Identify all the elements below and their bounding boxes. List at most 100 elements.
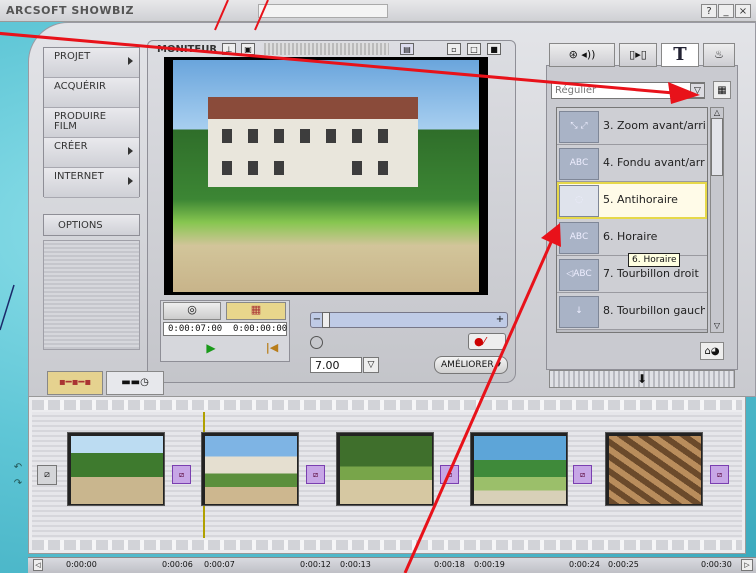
menu-decoration [43,240,140,350]
category-dropdown-button[interactable]: ▽ [690,83,705,98]
clockwise-effect-icon: ABC [559,222,599,254]
preview-house [208,97,418,187]
menu-item-acquerir[interactable]: ACQUÉRIR [44,78,139,108]
tab-text[interactable]: T [661,43,699,67]
ruler-tick: 0:00:13 [340,560,371,569]
effect-category-select[interactable]: Régulier [551,82,705,99]
transition-slot[interactable]: ⧄ [710,465,729,484]
effect-label: 3. Zoom avant/arrière [603,119,705,132]
storyboard-tab[interactable]: ▪━▪━▪ [47,371,103,395]
globe-icon: ⌂◕ [704,346,720,357]
clip-thumbnail[interactable] [605,432,703,506]
speaker-icon: ◎ [187,303,197,316]
clip-image [205,436,297,504]
view-large-icon[interactable]: ■ [487,43,501,55]
capture-icon[interactable]: ▣ [241,43,255,55]
scroll-up-icon[interactable]: △ [711,108,723,118]
clip-thumbnail[interactable] [67,432,165,506]
snapshot-icon[interactable]: ⊥ [222,43,236,55]
ruler-scroll-right-icon[interactable]: ▷ [741,559,753,571]
film-icon: ▦ [250,303,262,316]
tab-transitions[interactable]: ▯▸▯ [619,43,657,67]
transition-slot[interactable]: ⧄ [37,465,57,485]
clip-thumbnail[interactable] [470,432,568,506]
ruler-tick: 0:00:12 [300,560,331,569]
media-icon: ⊛ ◂)) [568,48,596,61]
clip-thumbnail[interactable] [201,432,299,506]
duration-dropdown-button[interactable]: ▽ [363,357,379,373]
help-button[interactable]: ? [701,4,717,18]
scroll-down-icon[interactable]: ▽ [711,321,723,331]
film-strip-top [32,400,742,410]
minimize-button[interactable]: _ [718,4,734,18]
view-small-icon[interactable]: ▫ [447,43,461,55]
zoom-effect-icon: ⤡ ⤢ [559,111,599,143]
menu-item-internet[interactable]: INTERNET [44,168,139,198]
effect-label: 8. Tourbillon gauche [603,304,705,317]
list-item[interactable]: ⤡ ⤢ 3. Zoom avant/arrière [557,108,707,145]
rewind-button[interactable]: |◀ [258,340,286,356]
menu-item-produire-film[interactable]: PRODUIRE FILM [44,108,139,138]
transition-slot[interactable]: ⧄ [440,465,459,484]
web-export-button[interactable]: ⌂◕ [700,342,724,360]
grid-view-button[interactable]: ▦ [713,81,731,99]
ruler-tick: 0:00:07 [204,560,235,569]
timecode-total: 0:00:00:00 [233,324,288,334]
menu-item-projet[interactable]: PROJET [44,48,139,78]
menu-item-creer[interactable]: CRÉER [44,138,139,168]
audio-mode-tab[interactable]: ◎ [163,302,221,320]
position-slider[interactable] [310,312,508,328]
grid-icon: ▦ [717,85,727,96]
timeline-tab[interactable]: ▬▬◷ [106,371,164,395]
ameliorer-label: AMÉLIORER [441,360,494,370]
submenu-arrow-icon [128,57,133,65]
slider-plus-button[interactable]: + [494,313,506,327]
clip-image [340,436,432,504]
redo-icon[interactable]: ↷ [11,478,25,490]
record-icon: ●⁄ [474,335,486,348]
play-button[interactable]: ▶ [196,340,226,356]
options-button[interactable]: OPTIONS [43,214,140,236]
transition-slot[interactable]: ⧄ [306,465,325,484]
counterclockwise-effect-icon: ◌ [559,185,599,217]
menu-item-label: CRÉER [54,141,88,152]
transition-slot[interactable]: ⧄ [573,465,592,484]
duration-field[interactable]: 7.00 [310,357,362,373]
list-item[interactable]: ◌ 5. Antihoraire [557,182,707,219]
timecode-current: 0:00:07:00 [168,324,223,334]
clip-thumbnail[interactable] [336,432,434,506]
effects-icon: ♨ [714,48,724,61]
slider-thumb[interactable] [322,312,330,328]
tooltip: 6. Horaire [628,253,681,267]
fade-effect-icon: ABC [559,148,599,180]
play-icon: ▶ [206,341,216,355]
timecode-display: 0:00:07:00 0:00:00:00 [163,322,287,336]
transition-slot[interactable]: ⧄ [172,465,191,484]
list-item[interactable]: ↓ 8. Tourbillon gauche [557,293,707,330]
film-strip-bottom [32,540,742,550]
effect-label: 7. Tourbillon droit [603,267,699,280]
record-button[interactable]: ●⁄ [468,333,506,350]
tab-effects[interactable]: ♨ [703,43,735,67]
time-ruler[interactable]: 0:00:00 0:00:06 0:00:07 0:00:12 0:00:13 … [28,557,756,573]
view-medium-icon[interactable]: □ [467,43,481,55]
main-menu: PROJET ACQUÉRIR PRODUIRE FILM CRÉER INTE… [43,47,140,198]
list-item[interactable]: ABC 4. Fondu avant/arrière [557,145,707,182]
ruler-scroll-left-icon[interactable]: ◁ [33,559,43,571]
effect-list: ⤡ ⤢ 3. Zoom avant/arrière ABC 4. Fondu a… [556,107,708,333]
apply-effect-bar[interactable]: ⬇ [549,370,735,388]
title-field [258,4,388,18]
app-title: ARCSOFT SHOWBIZ [6,4,134,17]
close-button[interactable]: × [735,4,751,18]
ruler-tick: 0:00:30 [701,560,732,569]
tab-media[interactable]: ⊛ ◂)) [549,43,615,67]
scrollbar-thumb[interactable] [711,118,723,176]
video-mode-tab[interactable]: ▦ [226,302,286,320]
display-mode-icon[interactable]: ▤ [400,43,414,55]
chevron-down-icon: ▽ [694,86,701,96]
storyboard-icon: ▪━▪━▪ [58,377,92,388]
undo-icon[interactable]: ↶ [11,462,25,474]
ameliorer-button[interactable]: AMÉLIORER ▾ [434,356,508,374]
submenu-arrow-icon [128,147,133,155]
list-item[interactable]: ABC 6. Horaire [557,219,707,256]
